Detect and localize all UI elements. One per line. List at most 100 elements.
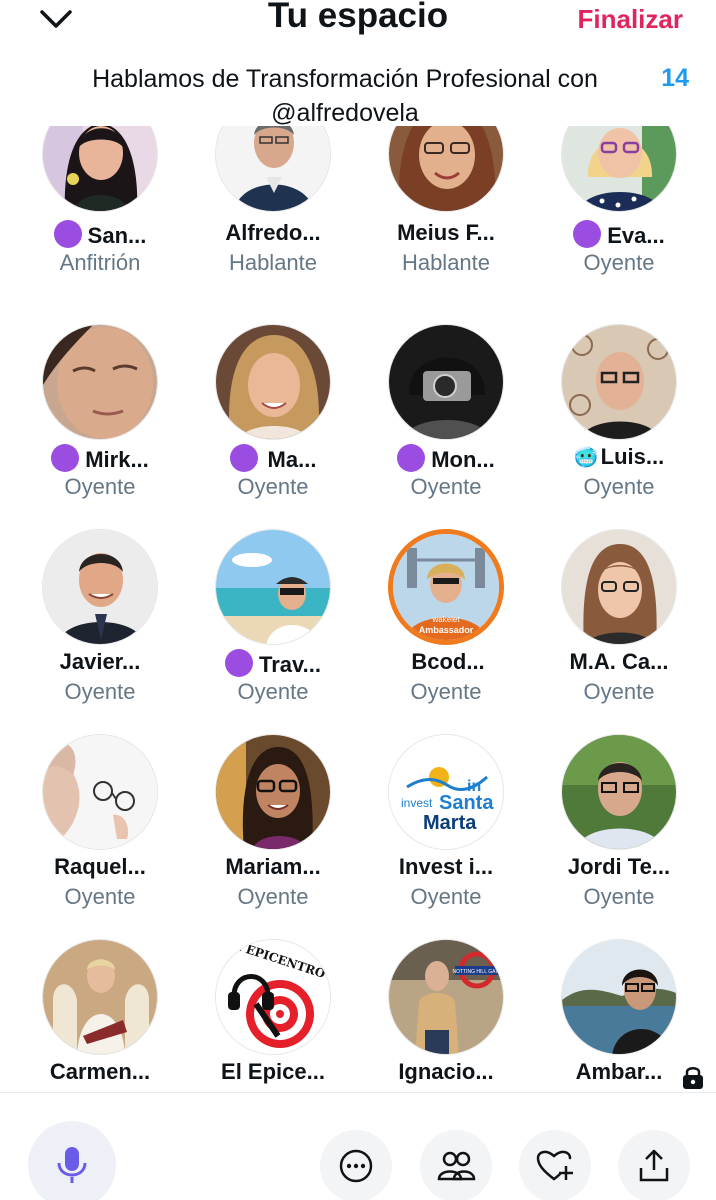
participant-tile[interactable]: Mariam... Oyente <box>187 734 359 940</box>
participant-role: Oyente <box>583 474 655 499</box>
purple-circle-icon <box>225 649 254 677</box>
avatar <box>561 529 677 645</box>
participants-row: Mirk... Oyente Ma... Oyente Mon... Oyent… <box>14 324 704 530</box>
listener-count[interactable]: 14 <box>661 64 689 93</box>
lock-icon <box>683 1067 703 1089</box>
avatar <box>42 529 158 645</box>
participant-name: Mariam... <box>225 854 321 879</box>
heart-plus-icon <box>536 1150 573 1181</box>
microphone-button[interactable] <box>28 1121 116 1200</box>
share-button[interactable] <box>618 1130 690 1200</box>
participant-tile[interactable]: Jordi Te... Oyente <box>533 734 704 940</box>
space-title: Hablamos de Transformación Profesional c… <box>92 65 598 127</box>
participant-name: Invest i... <box>398 854 494 879</box>
avatar: in invest Santa Marta <box>388 734 504 850</box>
invest-marta-text: Marta <box>423 812 477 834</box>
avatar: wakelet Ambassador <box>388 529 504 645</box>
participant-name: Mirk... <box>14 444 186 473</box>
participant-tile[interactable]: wakelet Ambassador Bcod... Oyente <box>360 529 532 735</box>
notting-hill-text: NOTTING HILL GATE <box>453 969 503 975</box>
participant-tile[interactable]: NOTTING HILL GATE Ignacio... <box>360 939 532 1090</box>
participant-role: Oyente <box>583 250 655 275</box>
avatar <box>215 529 331 645</box>
participant-tile[interactable]: Trav... Oyente <box>187 529 359 735</box>
invest-word-text: invest <box>401 796 433 810</box>
avatar: EL EPICENTRO <box>215 939 331 1055</box>
invest-santa-text: Santa <box>439 792 494 814</box>
purple-circle-icon <box>51 444 80 472</box>
ambassador-text: Ambassador <box>419 625 474 635</box>
participant-role: Oyente <box>237 884 309 909</box>
participants-row: Javier... Oyente Trav... Oyente wakelet … <box>14 529 704 735</box>
avatar <box>215 126 331 212</box>
participant-name: Javier... <box>59 649 141 674</box>
participant-tile[interactable]: Ambar... <box>533 939 704 1090</box>
participant-tile[interactable]: Eva... Oyente <box>533 126 704 302</box>
participant-tile[interactable]: 🥶Luis... Oyente <box>533 324 704 530</box>
participant-role: Hablante <box>401 250 491 275</box>
bottom-toolbar <box>0 1092 716 1200</box>
share-icon <box>639 1149 669 1182</box>
participant-name: Ambar... <box>575 1059 663 1084</box>
finish-button[interactable]: Finalizar <box>578 4 683 35</box>
purple-circle-icon <box>53 220 82 248</box>
avatar <box>215 324 331 440</box>
participant-name: Bcod... <box>411 649 485 674</box>
participant-role: Oyente <box>64 884 136 909</box>
participant-name: San... <box>14 220 186 249</box>
participant-name: Alfredo... <box>225 220 321 245</box>
participant-tile[interactable]: M.A. Ca... Oyente <box>533 529 704 735</box>
participant-name: Trav... <box>187 649 359 678</box>
participant-tile[interactable]: Alfredo... Hablante <box>187 126 359 302</box>
participant-role: Oyente <box>64 679 136 704</box>
participant-name: Jordi Te... <box>567 854 671 879</box>
participant-tile[interactable]: Ma... Oyente <box>187 324 359 530</box>
avatar <box>561 324 677 440</box>
avatar: NOTTING HILL GATE <box>388 939 504 1055</box>
avatar <box>42 734 158 850</box>
avatar <box>561 939 677 1055</box>
participant-tile[interactable]: Mirk... Oyente <box>14 324 186 530</box>
people-button[interactable] <box>420 1130 492 1200</box>
participants-row: Raquel... Oyente Mariam... Oyente in inv… <box>14 734 704 940</box>
participant-name: Carmen... <box>49 1059 151 1084</box>
participant-tile[interactable]: San... Anfitrión <box>14 126 186 302</box>
avatar <box>42 126 158 212</box>
participants-row: Carmen... EL EPICENTRO El Epice... NOTTI… <box>14 939 704 1090</box>
participant-tile[interactable]: in invest Santa Marta Invest i... Oyente <box>360 734 532 940</box>
participant-role: Oyente <box>237 474 309 499</box>
participant-tile[interactable]: EL EPICENTRO El Epice... <box>187 939 359 1090</box>
participant-name: Eva... <box>533 220 704 249</box>
participant-role: Oyente <box>410 474 482 499</box>
participant-role: Hablante <box>228 250 318 275</box>
participant-tile[interactable]: Carmen... <box>14 939 186 1090</box>
participant-role: Oyente <box>64 474 136 499</box>
avatar <box>42 939 158 1055</box>
avatar <box>388 324 504 440</box>
avatar <box>42 324 158 440</box>
participant-tile[interactable]: Raquel... Oyente <box>14 734 186 940</box>
freezing-face-icon: 🥶 <box>573 447 599 469</box>
participant-name: Meius F... <box>397 220 495 245</box>
participant-name: M.A. Ca... <box>569 649 669 674</box>
participant-name: 🥶Luis... <box>573 444 665 469</box>
participant-role: Oyente <box>410 884 482 909</box>
participant-role: Oyente <box>583 884 655 909</box>
avatar <box>561 126 677 212</box>
participant-tile[interactable]: Javier... Oyente <box>14 529 186 735</box>
participant-name: Raquel... <box>54 854 146 879</box>
participant-role: Oyente <box>583 679 655 704</box>
participant-name: Ma... <box>187 444 359 473</box>
space-screen: Tu espacio Finalizar Hablamos de Transfo… <box>0 0 716 1200</box>
participant-name: Mon... <box>360 444 532 473</box>
heart-plus-button[interactable] <box>519 1130 591 1200</box>
participant-tile[interactable]: Meius F... Hablante <box>360 126 532 302</box>
avatar <box>388 126 504 212</box>
participant-role: Oyente <box>237 679 309 704</box>
participants-grid: San... Anfitrión Alfredo... Hablante Mei… <box>14 126 704 1090</box>
more-button[interactable] <box>320 1130 392 1200</box>
purple-circle-icon <box>397 444 426 472</box>
wakelet-text: wakelet <box>431 615 460 624</box>
avatar <box>561 734 677 850</box>
participant-tile[interactable]: Mon... Oyente <box>360 324 532 530</box>
